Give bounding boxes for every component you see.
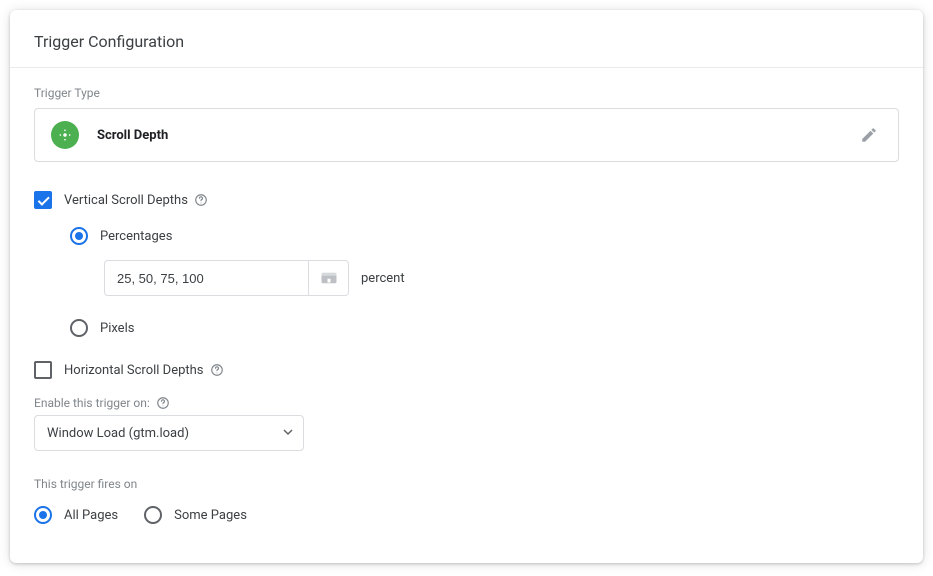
enable-select[interactable]: Window Load (gtm.load) — [34, 415, 304, 451]
trigger-type-name: Scroll Depth — [97, 128, 856, 143]
enable-section: Enable this trigger on: Window Load (gtm… — [34, 392, 899, 451]
enable-value: Window Load (gtm.load) — [47, 426, 189, 441]
pixels-radio[interactable] — [70, 319, 88, 337]
trigger-type-row[interactable]: Scroll Depth — [34, 108, 899, 162]
fires-options: All Pages Some Pages — [34, 503, 899, 539]
chevron-down-icon — [283, 426, 293, 441]
all-pages-label: All Pages — [64, 508, 118, 523]
edit-icon[interactable] — [856, 122, 882, 148]
all-pages-option: All Pages — [34, 503, 118, 527]
scroll-icon — [51, 121, 79, 149]
horizontal-label: Horizontal Scroll Depths — [64, 363, 204, 378]
some-pages-label: Some Pages — [174, 508, 247, 523]
help-icon[interactable] — [194, 193, 208, 207]
enable-label: Enable this trigger on: — [34, 396, 170, 410]
fires-section: This trigger fires on All Pages Some Pag… — [34, 477, 899, 539]
percentages-option: Percentages — [70, 224, 899, 248]
all-pages-radio[interactable] — [34, 506, 52, 524]
percent-unit: percent — [361, 271, 405, 286]
percentages-input[interactable] — [104, 260, 309, 296]
some-pages-option: Some Pages — [144, 503, 247, 527]
horizontal-checkbox[interactable] — [34, 361, 52, 379]
help-icon[interactable] — [210, 363, 224, 377]
card-body: Trigger Type Scroll Depth Vertical Scrol… — [10, 68, 923, 563]
fires-label: This trigger fires on — [34, 477, 899, 491]
horizontal-scroll-depths-row: Horizontal Scroll Depths — [34, 358, 899, 382]
vertical-scroll-depths-row: Vertical Scroll Depths — [34, 188, 899, 212]
card-title: Trigger Configuration — [10, 10, 923, 68]
some-pages-radio[interactable] — [144, 506, 162, 524]
help-icon[interactable] — [156, 396, 170, 410]
trigger-config-card: Trigger Configuration Trigger Type Scrol… — [10, 10, 923, 563]
trigger-type-label: Trigger Type — [34, 86, 899, 100]
variable-button[interactable] — [309, 260, 349, 296]
percentages-label: Percentages — [100, 229, 172, 244]
percentages-radio[interactable] — [70, 227, 88, 245]
enable-label-text: Enable this trigger on: — [34, 396, 150, 410]
vertical-radio-group: Percentages percent Pixels — [70, 224, 899, 340]
vertical-checkbox[interactable] — [34, 191, 52, 209]
pixels-label: Pixels — [100, 321, 134, 336]
pixels-option: Pixels — [70, 316, 899, 340]
percentages-input-row: percent — [104, 260, 899, 296]
vertical-label: Vertical Scroll Depths — [64, 193, 188, 208]
